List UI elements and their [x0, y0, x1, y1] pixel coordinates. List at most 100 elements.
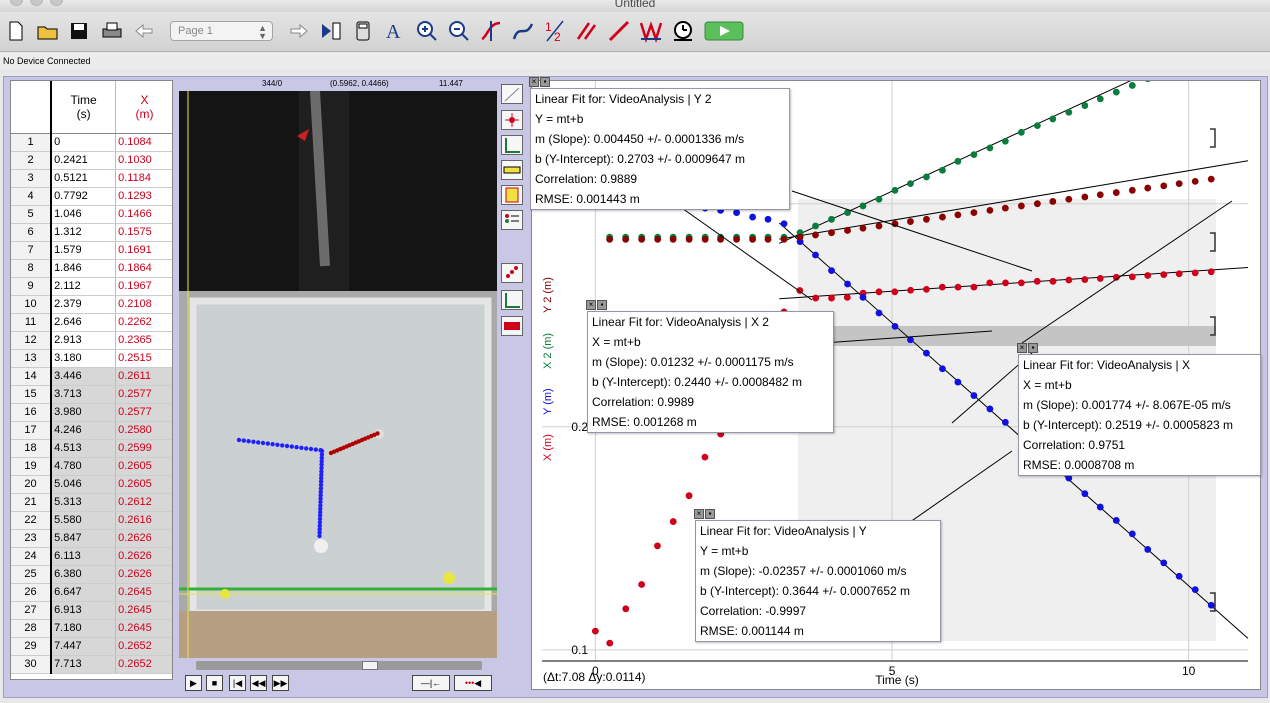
- x-cell[interactable]: 0.2108: [115, 295, 172, 314]
- time-cell[interactable]: 6.647: [51, 583, 117, 602]
- time-cell[interactable]: 4.513: [51, 439, 117, 458]
- fit-box-x2[interactable]: × ▪ Linear Fit for: VideoAnalysis | X 2 X…: [586, 300, 834, 433]
- x-cell[interactable]: 0.2626: [115, 529, 172, 548]
- close-icon[interactable]: ×: [694, 509, 704, 519]
- page-arrow-icon[interactable]: [286, 19, 312, 43]
- calculator-icon[interactable]: [350, 19, 376, 43]
- options-icon[interactable]: ▪: [1028, 343, 1038, 353]
- add-point-tool-icon[interactable]: [501, 110, 523, 130]
- origin-tool-icon[interactable]: [501, 135, 523, 155]
- time-cell[interactable]: 0.5121: [51, 169, 117, 188]
- new-file-icon[interactable]: [3, 19, 29, 43]
- x-cell[interactable]: 0.2626: [115, 547, 172, 566]
- x-cell[interactable]: 0.1184: [115, 169, 172, 188]
- x-cell[interactable]: 0.2645: [115, 619, 172, 638]
- time-cell[interactable]: 1.846: [51, 259, 117, 278]
- options-icon[interactable]: ▪: [705, 509, 715, 519]
- tangent-icon[interactable]: [510, 19, 536, 43]
- x-cell[interactable]: 0.2611: [115, 367, 172, 386]
- table-row[interactable]: 27 6.913 0.2645: [11, 601, 172, 620]
- time-cell[interactable]: 3.180: [51, 349, 117, 368]
- text-annotation-icon[interactable]: A: [382, 19, 408, 43]
- x-cell[interactable]: 0.2577: [115, 403, 172, 422]
- time-cell[interactable]: 5.046: [51, 475, 117, 494]
- page-select[interactable]: Page 1 ▲ ▼: [170, 21, 273, 41]
- table-row[interactable]: 24 6.113 0.2626: [11, 547, 172, 566]
- table-row[interactable]: 11 2.646 0.2262: [11, 313, 172, 332]
- time-cell[interactable]: 6.913: [51, 601, 117, 620]
- options-icon[interactable]: ▪: [597, 300, 607, 310]
- close-icon[interactable]: ×: [529, 77, 539, 87]
- scale-tool-icon[interactable]: [501, 160, 523, 180]
- time-cell[interactable]: 2.646: [51, 313, 117, 332]
- time-cell[interactable]: 2.112: [51, 277, 117, 296]
- table-row[interactable]: 19 4.780 0.2605: [11, 457, 172, 476]
- point-series-menu-icon[interactable]: ••• ◀: [454, 675, 492, 691]
- x-cell[interactable]: 0.1030: [115, 151, 172, 170]
- x-cell[interactable]: 0.1967: [115, 277, 172, 296]
- set-range-icon[interactable]: —|←: [412, 675, 450, 691]
- time-cell[interactable]: 2.379: [51, 295, 117, 314]
- table-row[interactable]: 29 7.447 0.2652: [11, 637, 172, 656]
- time-cell[interactable]: 0.2421: [51, 151, 117, 170]
- collect-icon[interactable]: [704, 19, 744, 43]
- table-row[interactable]: 5 1.046 0.1466: [11, 205, 172, 224]
- x-cell[interactable]: 0.1691: [115, 241, 172, 260]
- table-row[interactable]: 1 0 0.1084: [11, 133, 172, 152]
- time-cell[interactable]: 6.380: [51, 565, 117, 584]
- table-row[interactable]: 26 6.647 0.2645: [11, 583, 172, 602]
- table-row[interactable]: 21 5.313 0.2612: [11, 493, 172, 512]
- time-cell[interactable]: 1.046: [51, 205, 117, 224]
- time-cell[interactable]: 3.980: [51, 403, 117, 422]
- x-cell[interactable]: 0.1864: [115, 259, 172, 278]
- table-row[interactable]: 22 5.580 0.2616: [11, 511, 172, 530]
- time-cell[interactable]: 5.847: [51, 529, 117, 548]
- table-row[interactable]: 17 4.246 0.2580: [11, 421, 172, 440]
- zoom-out-icon[interactable]: [446, 19, 472, 43]
- time-cell[interactable]: 7.713: [51, 655, 117, 674]
- fit-box-x[interactable]: × ▪ Linear Fit for: VideoAnalysis | X X =…: [1017, 343, 1261, 476]
- rewind-icon[interactable]: ◀◀: [250, 675, 267, 691]
- fit-box-y2[interactable]: × ▪ Linear Fit for: VideoAnalysis | Y 2 Y…: [529, 77, 790, 210]
- time-cell[interactable]: 3.446: [51, 367, 117, 386]
- x-cell[interactable]: 0.2605: [115, 475, 172, 494]
- examine-icon[interactable]: [478, 19, 504, 43]
- table-row[interactable]: 20 5.046 0.2605: [11, 475, 172, 494]
- fast-forward-icon[interactable]: ▶▶: [272, 675, 289, 691]
- time-cell[interactable]: 4.246: [51, 421, 117, 440]
- save-icon[interactable]: [66, 19, 92, 43]
- x-cell[interactable]: 0.2652: [115, 637, 172, 656]
- data-table[interactable]: Time (s) X (m) 1 0 0.1084 2 0.2421 0.1030 3 0.512…: [10, 80, 173, 680]
- video-frame[interactable]: [179, 91, 497, 658]
- x-cell[interactable]: 0.2626: [115, 565, 172, 584]
- time-cell[interactable]: 6.113: [51, 547, 117, 566]
- x-cell[interactable]: 0.2652: [115, 655, 172, 674]
- play-icon[interactable]: ▶: [185, 675, 202, 691]
- table-row[interactable]: 6 1.312 0.1575: [11, 223, 172, 242]
- video-analysis-icon[interactable]: [318, 19, 344, 43]
- close-icon[interactable]: ×: [1017, 343, 1027, 353]
- scrubber-thumb[interactable]: [362, 661, 378, 670]
- table-row[interactable]: 15 3.713 0.2577: [11, 385, 172, 404]
- time-cell[interactable]: 4.780: [51, 457, 117, 476]
- x-cell[interactable]: 0.2612: [115, 493, 172, 512]
- table-row[interactable]: 3 0.5121 0.1184: [11, 169, 172, 188]
- table-row[interactable]: 13 3.180 0.2515: [11, 349, 172, 368]
- stop-icon[interactable]: ■: [206, 675, 223, 691]
- time-cell[interactable]: 7.180: [51, 619, 117, 638]
- time-cell[interactable]: 0.7792: [51, 187, 117, 206]
- x-cell[interactable]: 0.2616: [115, 511, 172, 530]
- x-cell[interactable]: 0.1084: [115, 133, 172, 152]
- close-icon[interactable]: ×: [586, 300, 596, 310]
- x-cell[interactable]: 0.2262: [115, 313, 172, 332]
- table-row[interactable]: 23 5.847 0.2626: [11, 529, 172, 548]
- linear-fit-icon[interactable]: [606, 19, 632, 43]
- undo-icon[interactable]: [131, 19, 157, 43]
- fit-box-y[interactable]: × ▪ Linear Fit for: VideoAnalysis | Y Y =…: [694, 509, 941, 642]
- options-icon[interactable]: ▪: [540, 77, 550, 87]
- time-cell[interactable]: 1.579: [51, 241, 117, 260]
- table-row[interactable]: 8 1.846 0.1864: [11, 259, 172, 278]
- x-cell[interactable]: 0.2605: [115, 457, 172, 476]
- time-cell[interactable]: 5.580: [51, 511, 117, 530]
- show-origin-icon[interactable]: [501, 290, 523, 310]
